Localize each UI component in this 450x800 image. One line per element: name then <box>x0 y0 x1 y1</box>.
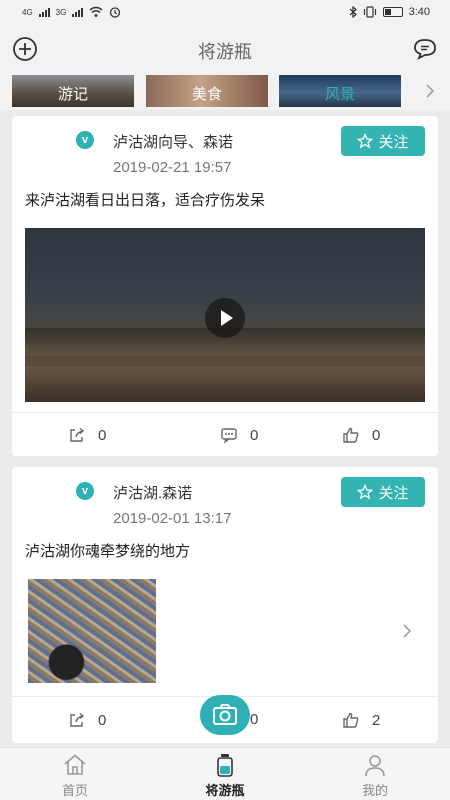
category-label: 美食 <box>191 86 222 103</box>
post-text: 来泸沽湖看日出日落，适合疗伤发呆 <box>25 192 266 209</box>
tab-me[interactable]: 我的 <box>335 752 415 799</box>
verified-badge-icon: v <box>76 482 94 500</box>
battery-icon <box>382 7 403 17</box>
chevron-right-icon[interactable] <box>402 623 412 639</box>
tab-label: 我的 <box>361 783 388 798</box>
vibrate-icon <box>363 6 376 18</box>
category-label: 风景 <box>324 86 355 103</box>
follow-button[interactable]: 关注 <box>341 477 425 507</box>
tab-label: 首页 <box>61 783 88 798</box>
comment-icon <box>221 428 237 444</box>
post-author[interactable]: 泸沽湖.森诺 <box>113 482 192 503</box>
category-tile-travel-notes[interactable]: 游记 <box>12 75 134 107</box>
post-photo[interactable] <box>28 579 156 683</box>
like-action[interactable]: 0 <box>342 426 380 444</box>
network-label-3g: 3G <box>55 7 67 17</box>
verified-badge-icon: v <box>76 131 94 149</box>
bottom-tab-bar: 首页 将游瓶 我的 <box>0 747 450 800</box>
comment-count: 0 <box>250 426 259 444</box>
post-time: 2019-02-21 19:57 <box>113 159 232 176</box>
camera-button[interactable] <box>200 695 250 735</box>
share-action[interactable]: 0 <box>68 711 106 729</box>
signal-icon <box>72 7 84 17</box>
home-icon <box>64 754 86 775</box>
video-shore <box>25 366 425 402</box>
post-video[interactable] <box>25 228 425 402</box>
signal-icon <box>38 7 50 17</box>
comment-action[interactable]: 0 <box>250 711 258 728</box>
camera-icon <box>213 704 237 725</box>
category-strip: 游记 美食 风景 <box>0 72 450 110</box>
user-icon <box>365 755 385 777</box>
app-header: 将游瓶 <box>0 26 450 72</box>
message-icon[interactable] <box>412 36 438 62</box>
star-icon <box>357 484 374 500</box>
tab-label: 将游瓶 <box>205 783 245 798</box>
share-icon <box>70 712 85 727</box>
follow-label: 关注 <box>378 484 409 502</box>
network-label-4g: 4G <box>22 7 33 17</box>
status-right: 3:40 <box>349 6 430 18</box>
status-bar: 4G 3G 3:40 <box>0 0 450 26</box>
post-author[interactable]: 泸沽湖向导、森诺 <box>113 131 233 152</box>
post-time: 2019-02-01 13:17 <box>113 510 232 527</box>
play-icon[interactable] <box>205 298 245 338</box>
follow-label: 关注 <box>378 133 409 151</box>
like-count: 2 <box>372 711 381 729</box>
comment-count: 0 <box>250 711 259 728</box>
category-label: 游记 <box>57 86 88 103</box>
thumbs-up-icon <box>343 712 359 728</box>
tab-home[interactable]: 首页 <box>35 752 115 799</box>
clock: 3:40 <box>408 6 430 18</box>
tab-bottle[interactable]: 将游瓶 <box>185 752 265 799</box>
share-action[interactable]: 0 <box>68 426 106 444</box>
category-tile-food[interactable]: 美食 <box>146 75 268 107</box>
thumbs-up-icon <box>343 427 359 443</box>
status-left: 4G 3G <box>22 6 121 18</box>
chevron-right-icon[interactable] <box>424 83 436 99</box>
share-count: 0 <box>98 426 107 444</box>
bluetooth-icon <box>349 6 357 18</box>
follow-button[interactable]: 关注 <box>341 126 425 156</box>
share-icon <box>70 427 85 442</box>
page-title: 将游瓶 <box>198 42 252 62</box>
like-count: 0 <box>372 426 381 444</box>
post-card[interactable]: v 泸沽湖向导、森诺 2019-02-21 19:57 关注 来泸沽湖看日出日落… <box>12 116 438 456</box>
star-icon <box>357 133 374 149</box>
like-action[interactable]: 2 <box>342 711 380 729</box>
post-text: 泸沽湖你魂牵梦绕的地方 <box>25 543 191 560</box>
divider <box>12 412 438 413</box>
category-tile-scenery[interactable]: 风景 <box>279 75 401 107</box>
comment-action[interactable]: 0 <box>220 426 258 444</box>
bottle-icon <box>217 754 233 777</box>
share-count: 0 <box>98 711 107 729</box>
wifi-icon <box>89 6 103 17</box>
alarm-icon <box>110 7 121 18</box>
